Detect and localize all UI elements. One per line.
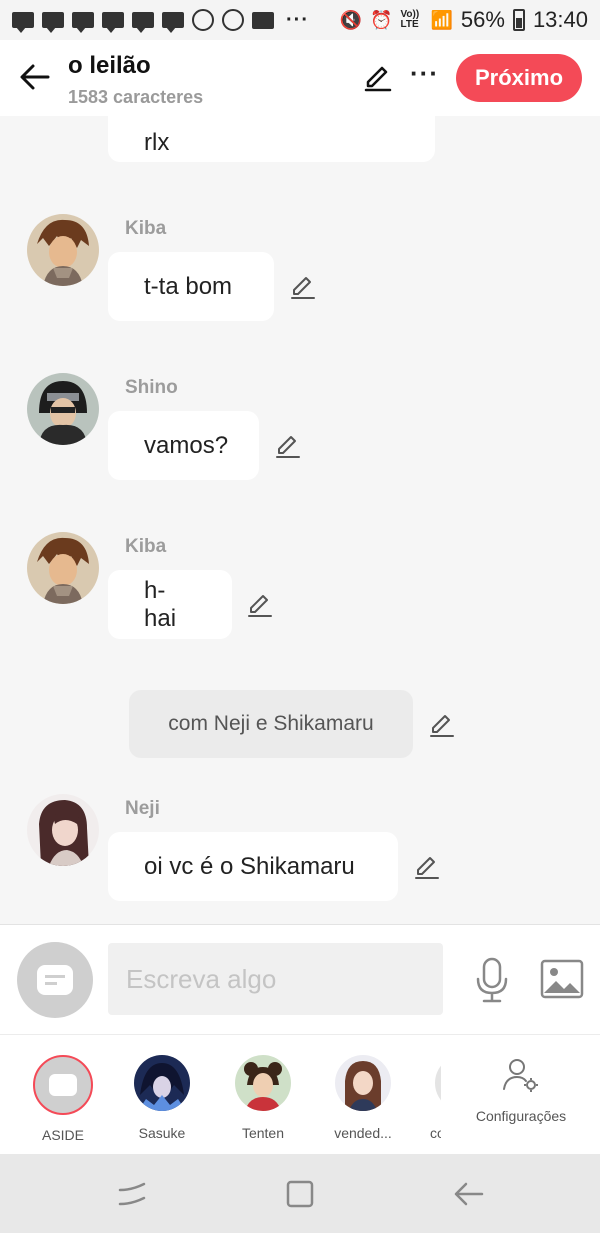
- author-name: Neji: [125, 798, 160, 819]
- message-text: t-ta bom: [144, 272, 233, 300]
- page-title: o leilão: [68, 52, 151, 79]
- home-icon[interactable]: [282, 1176, 318, 1212]
- recent-apps-icon[interactable]: [114, 1176, 150, 1212]
- compose-bar: [0, 924, 600, 1034]
- message-text: rlx: [144, 129, 170, 156]
- whatsapp-icon: [192, 9, 214, 31]
- message-notification-icon: [72, 12, 94, 33]
- edit-message-icon[interactable]: [289, 273, 317, 301]
- character-count: 1583 caracteres: [68, 87, 204, 107]
- avatar-shino[interactable]: [27, 373, 99, 445]
- message-input[interactable]: [108, 943, 443, 1015]
- character-sasuke[interactable]: Sasuke: [122, 1055, 202, 1141]
- message-notification-icon: [102, 12, 124, 33]
- settings-label: Configurações: [475, 1108, 567, 1124]
- edit-icon[interactable]: [362, 62, 394, 94]
- avatar-neji[interactable]: [27, 794, 99, 866]
- message-notification-icon: [12, 12, 34, 33]
- character-label: vended...: [334, 1125, 392, 1141]
- chat-bubble-icon: [37, 965, 73, 995]
- more-notifications-icon: ···: [286, 8, 309, 31]
- more-options-icon[interactable]: ···: [410, 58, 439, 89]
- character-partial[interactable]: co: [395, 1055, 441, 1141]
- message-bubble[interactable]: rlx: [108, 116, 435, 162]
- narration-text: com Neji e Shikamaru: [168, 712, 374, 735]
- edit-message-icon[interactable]: [246, 591, 274, 619]
- wifi-icon: 📶: [430, 9, 453, 30]
- character-tenten[interactable]: Tenten: [223, 1055, 303, 1141]
- battery-icon: [512, 9, 525, 31]
- story-header: o leilão 1583 caracteres ··· Próximo: [0, 40, 600, 116]
- character-aside[interactable]: ASIDE: [23, 1055, 103, 1143]
- system-nav-bar: [0, 1154, 600, 1233]
- status-bar: ··· 🔇 ⏰ Vo)) LTE 📶 56% 13:40: [0, 0, 600, 40]
- message-bubble[interactable]: vamos?: [108, 411, 259, 480]
- author-name: Kiba: [125, 218, 167, 239]
- edit-message-icon[interactable]: [428, 711, 456, 739]
- aside-avatar: [33, 1055, 93, 1115]
- character-label: Tenten: [241, 1125, 285, 1141]
- alarm-icon: ⏰: [370, 9, 393, 30]
- settings-button[interactable]: Configurações: [466, 1057, 576, 1124]
- message-notification-icon: [162, 12, 184, 33]
- chat-area[interactable]: rlx Kiba t-ta bom Shino vamos? Kiba h-ha…: [0, 116, 600, 924]
- chat-bubble-icon: [49, 1074, 77, 1096]
- avatar-tenten: [235, 1055, 291, 1111]
- notification-icons: ···: [12, 8, 309, 33]
- back-icon[interactable]: [450, 1176, 486, 1212]
- aside-toggle-button[interactable]: [17, 942, 93, 1018]
- microphone-icon[interactable]: [472, 957, 512, 1003]
- avatar-kiba[interactable]: [27, 532, 99, 604]
- message-text: vamos?: [144, 431, 229, 459]
- user-settings-icon: [503, 1059, 538, 1092]
- mute-icon: 🔇: [339, 9, 363, 30]
- author-name: Shino: [125, 377, 178, 398]
- narration-bubble[interactable]: com Neji e Shikamaru: [129, 690, 413, 758]
- edit-message-icon[interactable]: [274, 432, 302, 460]
- character-label: ASIDE: [41, 1127, 84, 1143]
- message-notification-icon: [42, 12, 64, 33]
- back-arrow-icon[interactable]: [18, 60, 52, 94]
- pinterest-icon: [222, 9, 244, 31]
- character-label: Sasuke: [138, 1125, 186, 1141]
- avatar-partial: [435, 1055, 441, 1111]
- message-notification-icon: [132, 12, 154, 33]
- battery-percent: 56%: [460, 7, 505, 32]
- image-icon[interactable]: [540, 959, 584, 999]
- network-type-label: Vo)) LTE: [400, 9, 420, 30]
- next-button[interactable]: Próximo: [456, 54, 582, 102]
- character-label: co: [430, 1125, 441, 1141]
- message-text: h-hai: [144, 576, 177, 632]
- author-name: Kiba: [125, 536, 167, 557]
- avatar-vendedor: [335, 1055, 391, 1111]
- edit-message-icon[interactable]: [413, 853, 441, 881]
- avatar-sasuke: [134, 1055, 190, 1111]
- message-bubble[interactable]: oi vc é o Shikamaru: [108, 832, 398, 901]
- gallery-notification-icon: [252, 11, 274, 29]
- message-text: oi vc é o Shikamaru: [144, 852, 355, 880]
- avatar-kiba[interactable]: [27, 214, 99, 286]
- character-selector: ASIDE Sasuke Tenten vended... co Configu…: [0, 1034, 600, 1154]
- message-bubble[interactable]: h-hai: [108, 570, 232, 639]
- character-vendedor[interactable]: vended...: [323, 1055, 403, 1141]
- message-bubble[interactable]: t-ta bom: [108, 252, 274, 321]
- clock: 13:40: [532, 7, 588, 32]
